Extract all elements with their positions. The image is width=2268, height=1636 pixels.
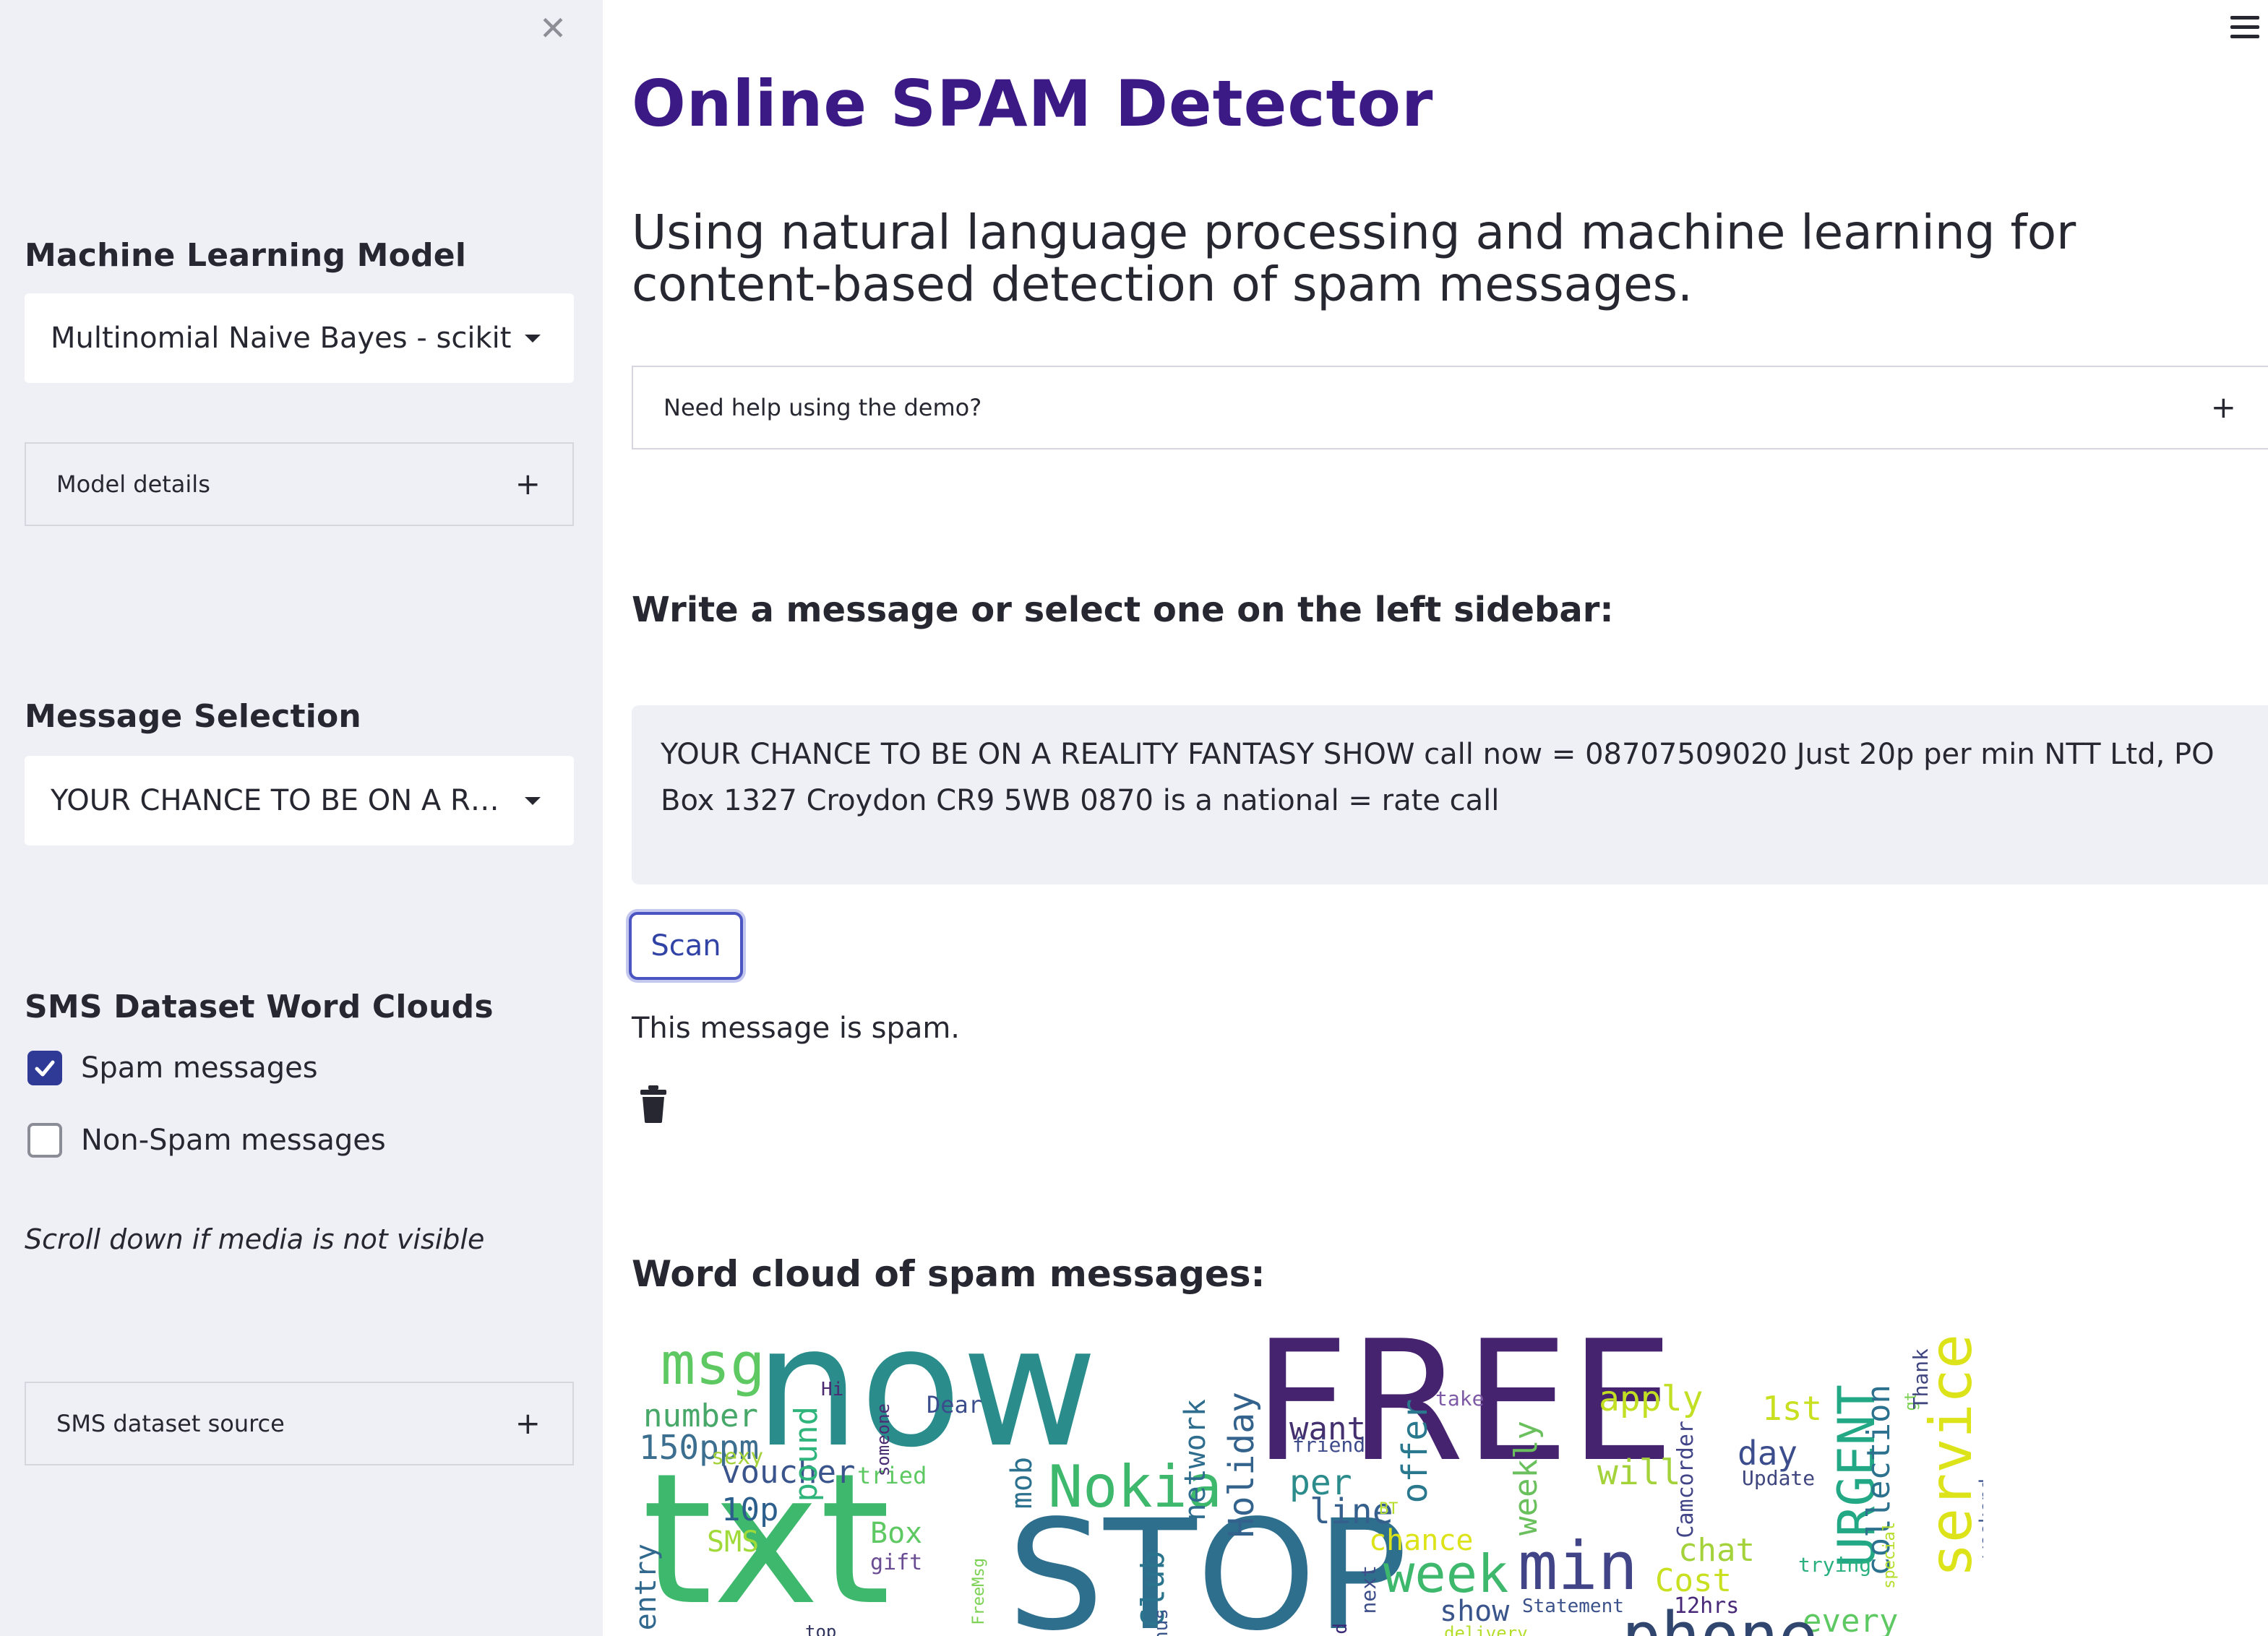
message-select-value: YOUR CHANCE TO BE ON A REALI...: [51, 784, 513, 817]
trash-icon[interactable]: [639, 1084, 668, 1124]
dataset-source-label: SMS dataset source: [56, 1410, 285, 1437]
scan-button[interactable]: Scan: [629, 912, 743, 980]
wordcloud-word: Update: [1742, 1466, 1816, 1490]
help-expander[interactable]: Need help using the demo? +: [632, 366, 2268, 449]
model-select[interactable]: Multinomial Naive Bayes - scikit: [25, 293, 574, 383]
wordcloud-word: BT: [1379, 1500, 1399, 1518]
wordcloud-label: Word cloud of spam messages:: [632, 1253, 1266, 1295]
wordcloud-word: weekly: [1508, 1421, 1545, 1536]
plus-icon: +: [515, 466, 541, 501]
wordcloud-word: msg: [661, 1334, 765, 1398]
model-heading: Machine Learning Model: [25, 237, 467, 274]
checkbox-unchecked-icon[interactable]: [27, 1123, 62, 1158]
chevron-down-icon: [525, 334, 541, 343]
wordcloud-word: entry: [632, 1544, 663, 1631]
checkbox-checked-icon[interactable]: [27, 1051, 62, 1085]
wordcloud-word: day: [1737, 1434, 1798, 1473]
wordcloud-word: weekend: [1976, 1478, 1983, 1558]
wordcloud-word: Holiday: [1221, 1392, 1262, 1538]
message-textarea[interactable]: YOUR CHANCE TO BE ON A REALITY FANTASY S…: [632, 705, 2268, 884]
wordcloud-word: min: [1518, 1528, 1638, 1605]
wordcloud-word: phone: [1622, 1604, 1818, 1636]
model-select-value: Multinomial Naive Bayes - scikit: [51, 322, 512, 355]
wordclouds-heading: SMS Dataset Word Clouds: [25, 989, 494, 1025]
non-spam-messages-checkbox[interactable]: Non-Spam messages: [27, 1123, 386, 1158]
wordcloud-word: Hi: [821, 1379, 844, 1400]
wordcloud-word: someone: [873, 1403, 893, 1477]
wordcloud-word: SMS: [707, 1525, 760, 1559]
scroll-note: Scroll down if media is not visible: [25, 1223, 485, 1255]
result-text: This message is spam.: [632, 1012, 961, 1045]
wordcloud-word: special: [1881, 1522, 1899, 1589]
wordcloud-word: apply: [1599, 1379, 1704, 1419]
wordcloud-word: Cost: [1655, 1562, 1732, 1599]
model-details-expander[interactable]: Model details +: [25, 442, 574, 526]
wordcloud-word: network: [1179, 1399, 1212, 1521]
wordcloud-word: FreeMsg: [970, 1558, 988, 1625]
wordcloud-word: Statement: [1522, 1596, 1624, 1617]
wordcloud-word: 1st: [1762, 1389, 1823, 1428]
plus-icon: +: [2210, 389, 2236, 425]
page-title: Online SPAM Detector: [632, 66, 1434, 141]
wordcloud-word: friend: [1292, 1433, 1366, 1457]
wordcloud-word: Dear: [927, 1391, 983, 1418]
wordcloud-word: take: [1435, 1387, 1485, 1411]
wordcloud-word: service: [1917, 1334, 1983, 1578]
wordcloud-word: Box: [870, 1517, 923, 1550]
help-expander-label: Need help using the demo?: [663, 394, 982, 421]
spam-messages-label: Spam messages: [81, 1051, 318, 1085]
wordcloud-word: top: [805, 1622, 837, 1636]
wordcloud-word: offer: [1395, 1399, 1435, 1504]
hamburger-menu-icon[interactable]: [2230, 16, 2259, 39]
non-spam-messages-label: Non-Spam messages: [81, 1124, 386, 1157]
wordcloud-word: 10p: [721, 1491, 779, 1528]
wordcloud-word: Bonus: [1151, 1609, 1172, 1636]
dataset-source-expander[interactable]: SMS dataset source +: [25, 1382, 574, 1465]
wordcloud-word: gift: [870, 1550, 923, 1575]
wordcloud-image: msg now FREE txt STOP number 150ppm sexy voucher…: [632, 1334, 1983, 1636]
wordcloud-word: will: [1597, 1452, 1681, 1493]
wordcloud-word: Camcorder: [1673, 1421, 1698, 1538]
message-select[interactable]: YOUR CHANCE TO BE ON A REALI...: [25, 756, 574, 845]
plus-icon: +: [515, 1405, 541, 1441]
model-details-label: Model details: [56, 470, 210, 498]
wordcloud-word: next: [1357, 1565, 1380, 1614]
wordcloud-word: delivery: [1444, 1623, 1528, 1636]
page-subtitle: Using natural language processing and ma…: [632, 204, 2076, 312]
message-selection-heading: Message Selection: [25, 698, 361, 735]
wordcloud-word: trying: [1798, 1553, 1872, 1577]
chevron-down-icon: [525, 796, 541, 805]
write-message-label: Write a message or select one on the lef…: [632, 590, 1614, 630]
wordcloud-word: show: [1440, 1595, 1510, 1628]
wordcloud-word: pound: [788, 1406, 825, 1502]
close-icon[interactable]: ✕: [535, 10, 571, 46]
sidebar: ✕ Machine Learning Model Multinomial Nai…: [0, 0, 603, 1636]
wordcloud-word: week: [1383, 1544, 1509, 1604]
wordcloud-word: end: [1330, 1623, 1352, 1636]
wordcloud-word: mob: [1005, 1457, 1039, 1510]
spam-messages-checkbox[interactable]: Spam messages: [27, 1051, 318, 1085]
